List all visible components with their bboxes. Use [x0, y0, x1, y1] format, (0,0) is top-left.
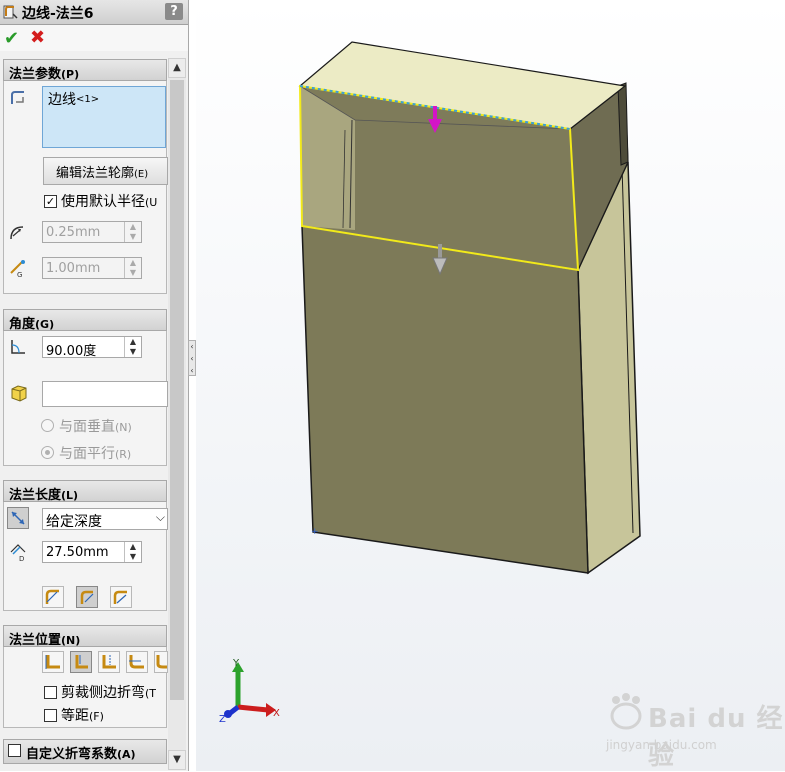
triad-y-label: Y — [232, 658, 240, 669]
model-view: + Y X Z — [219, 41, 641, 725]
watermark-brand: Bai du 经验 — [648, 704, 784, 771]
triad-z-label: Z — [219, 714, 226, 725]
box-front-face[interactable] — [301, 225, 589, 574]
triad-x-label: X — [273, 708, 280, 719]
origin-marker: + — [311, 527, 319, 537]
coordinate-triad: Y X Z — [219, 658, 280, 725]
watermark-url: jingyan.baidu.com — [606, 738, 717, 752]
